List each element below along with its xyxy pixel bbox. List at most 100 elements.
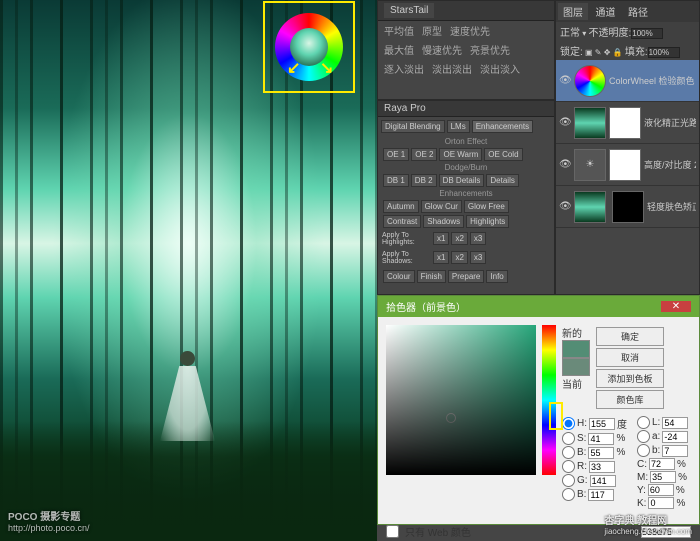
shadows-button[interactable]: Shadows	[423, 215, 464, 228]
fill-input[interactable]	[648, 47, 680, 58]
layer-row[interactable]: 👁 轻度肤色矫正 ...	[556, 186, 699, 228]
apply-highlights-label: Apply To Highlights:	[382, 232, 432, 246]
s-input[interactable]	[588, 433, 614, 445]
highlights-button[interactable]: Highlights	[466, 215, 509, 228]
dialog-titlebar[interactable]: 拾色器（前景色） ✕	[378, 296, 699, 317]
layer-mask[interactable]	[609, 149, 641, 181]
x1-button[interactable]: x1	[433, 232, 449, 245]
opacity-label: 不透明度:	[588, 28, 631, 39]
b2-radio[interactable]	[637, 444, 650, 457]
visibility-icon[interactable]: 👁	[559, 75, 571, 86]
x3-button[interactable]: x3	[470, 251, 486, 264]
r-input[interactable]	[589, 461, 615, 473]
x1-button[interactable]: x1	[433, 251, 449, 264]
g-input[interactable]	[590, 475, 616, 487]
a-input[interactable]	[662, 431, 688, 443]
layer-row[interactable]: 👁 ☀ 高度/对比度 2	[556, 144, 699, 186]
r-radio[interactable]	[562, 460, 575, 473]
tab-digitalblending[interactable]: Digital Blending	[381, 120, 445, 133]
oe1-button[interactable]: OE 1	[383, 148, 409, 161]
x2-button[interactable]: x2	[451, 232, 467, 245]
panel-header[interactable]: StarsTail	[378, 1, 554, 21]
details-button[interactable]: Details	[486, 174, 518, 187]
l-input[interactable]	[662, 417, 688, 429]
s-radio[interactable]	[562, 432, 575, 445]
section-label: Enhancements	[378, 188, 554, 199]
db1-button[interactable]: DB 1	[383, 174, 409, 187]
b2-input[interactable]	[662, 445, 688, 457]
layer-thumb[interactable]	[574, 65, 606, 97]
h-input[interactable]	[589, 418, 615, 430]
bv-input[interactable]	[588, 447, 614, 459]
panel-row: 逐入淡出淡出淡出淡出淡入	[378, 59, 554, 78]
layer-row[interactable]: 👁 液化精正光路 ...	[556, 102, 699, 144]
layer-thumb[interactable]	[574, 107, 606, 139]
tab-lms[interactable]: LMs	[447, 120, 470, 133]
blend-mode-select[interactable]: 正常	[560, 28, 580, 39]
colour-button[interactable]: Colour	[383, 270, 415, 283]
prepare-button[interactable]: Prepare	[448, 270, 484, 283]
y-input[interactable]	[648, 484, 674, 496]
layer-row[interactable]: 👁 ColorWheel 检验颜色	[556, 60, 699, 102]
layer-name[interactable]: 轻度肤色矫正 ...	[647, 200, 696, 213]
bc-radio[interactable]	[562, 488, 575, 501]
fill-label: 填充:	[625, 47, 648, 58]
glowfree-button[interactable]: Glow Free	[464, 200, 509, 213]
current-color-swatch[interactable]	[562, 358, 590, 376]
tab-paths[interactable]: 路径	[623, 3, 653, 20]
oe2-button[interactable]: OE 2	[411, 148, 437, 161]
x3-button[interactable]: x3	[470, 232, 486, 245]
color-picker-dialog: 拾色器（前景色） ✕ 新的 当前 确定 取消 添加到色板 颜色库	[377, 295, 700, 525]
k-input[interactable]	[648, 497, 674, 509]
layer-name[interactable]: 高度/对比度 2	[644, 158, 696, 171]
visibility-icon[interactable]: 👁	[559, 159, 571, 170]
finish-button[interactable]: Finish	[417, 270, 446, 283]
color-marker[interactable]	[446, 413, 456, 423]
rayapro-panel: Raya Pro Digital BlendingLMsEnhancements…	[377, 100, 555, 295]
hue-slider[interactable]	[542, 325, 556, 475]
bc-input[interactable]	[588, 489, 614, 501]
layer-name[interactable]: ColorWheel 检验颜色	[609, 74, 696, 87]
x2-button[interactable]: x2	[451, 251, 467, 264]
tab-layers[interactable]: 图层	[558, 3, 588, 20]
autumn-button[interactable]: Autumn	[383, 200, 419, 213]
contrast-button[interactable]: Contrast	[383, 215, 421, 228]
panel-header[interactable]: Raya Pro	[378, 101, 554, 117]
starstail-panel: StarsTail 平均值原型速度优先 最大值慢速优先亮景优先 逐入淡出淡出淡出…	[377, 0, 555, 100]
color-lib-button[interactable]: 颜色库	[596, 390, 664, 409]
visibility-icon[interactable]: 👁	[559, 117, 571, 128]
cancel-button[interactable]: 取消	[596, 348, 664, 367]
opacity-input[interactable]	[631, 28, 663, 39]
m-input[interactable]	[650, 471, 676, 483]
layer-thumb[interactable]	[574, 191, 606, 223]
tab-starstail[interactable]: StarsTail	[384, 3, 434, 18]
db2-button[interactable]: DB 2	[411, 174, 437, 187]
new-color-swatch[interactable]	[562, 340, 590, 358]
document-canvas[interactable]: ↙ ↘ POCO 摄影专题 http://photo.poco.cn/	[0, 0, 377, 541]
section-label: Orton Effect	[378, 136, 554, 147]
dbdetails-button[interactable]: DB Details	[439, 174, 485, 187]
b-radio[interactable]	[562, 446, 575, 459]
visibility-icon[interactable]: 👁	[559, 201, 571, 212]
a-radio[interactable]	[637, 430, 650, 443]
c-input[interactable]	[649, 458, 675, 470]
g-radio[interactable]	[562, 474, 575, 487]
layer-mask[interactable]	[612, 191, 644, 223]
new-label: 新的	[562, 325, 590, 340]
close-button[interactable]: ✕	[661, 301, 691, 312]
info-button[interactable]: Info	[486, 270, 507, 283]
adjustment-icon[interactable]: ☀	[574, 149, 606, 181]
layer-name[interactable]: 液化精正光路 ...	[644, 116, 696, 129]
web-only-checkbox[interactable]	[386, 525, 399, 538]
oewarm-button[interactable]: OE Warm	[439, 148, 482, 161]
glowcur-button[interactable]: Glow Cur	[421, 200, 462, 213]
color-field[interactable]	[386, 325, 536, 475]
tab-enhancements[interactable]: Enhancements	[472, 120, 533, 133]
tab-channels[interactable]: 通道	[591, 3, 621, 20]
oecold-button[interactable]: OE Cold	[484, 148, 522, 161]
h-radio[interactable]	[562, 417, 575, 430]
ok-button[interactable]: 确定	[596, 327, 664, 346]
add-swatch-button[interactable]: 添加到色板	[596, 369, 664, 388]
layer-mask[interactable]	[609, 107, 641, 139]
l-radio[interactable]	[637, 416, 650, 429]
